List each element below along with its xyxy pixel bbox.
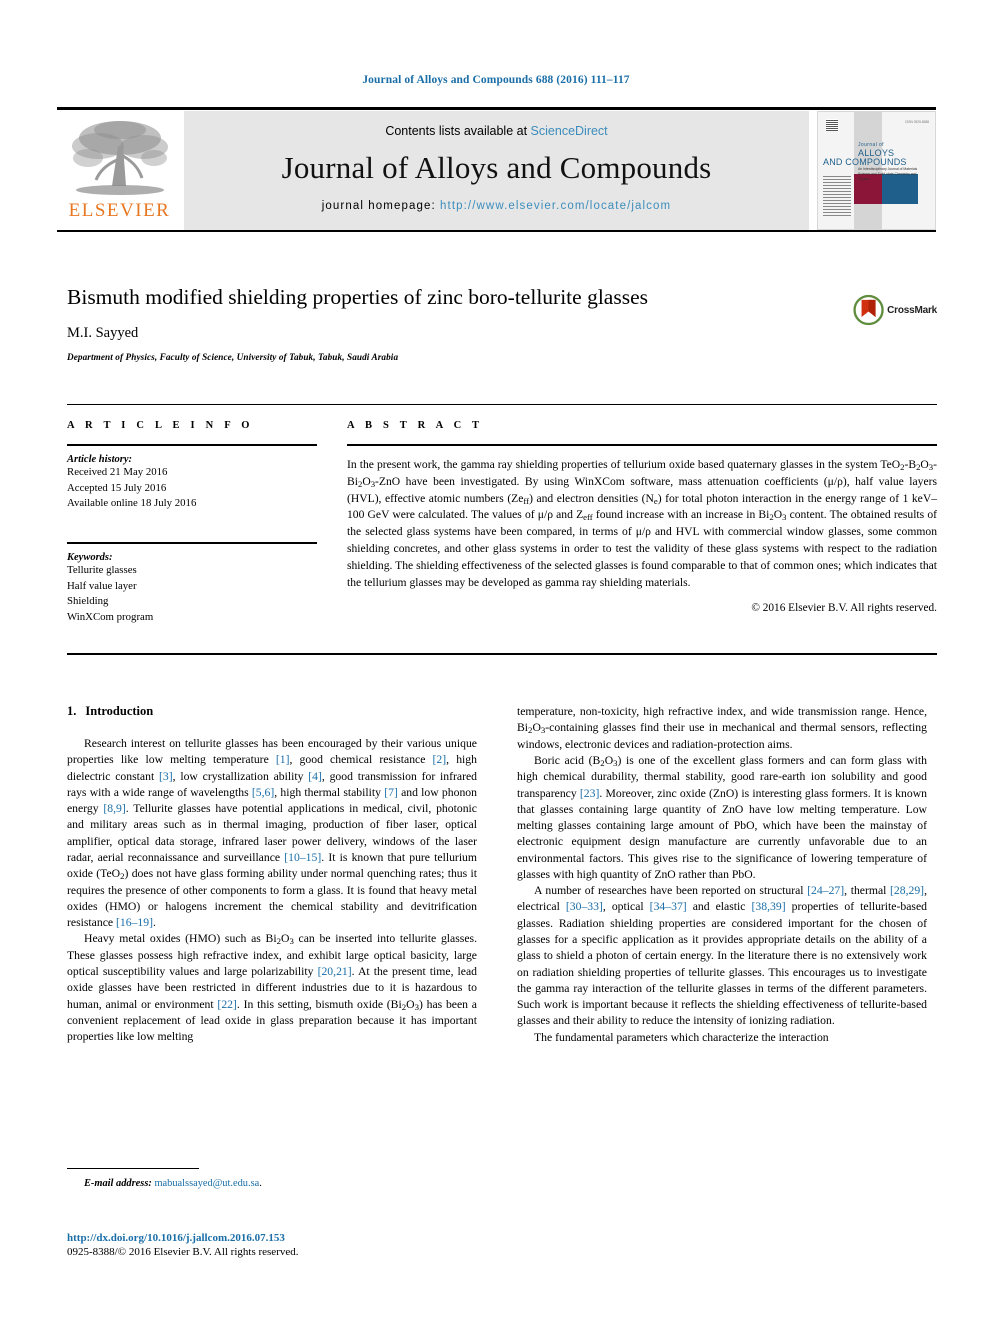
journal-banner: Contents lists available at ScienceDirec… <box>184 111 809 230</box>
author-list: M.I. Sayyed <box>67 324 139 341</box>
body-column-right: temperature, non-toxicity, high refracti… <box>517 704 927 1046</box>
title-block: Bismuth modified shielding properties of… <box>67 285 937 362</box>
abstract-text: In the present work, the gamma ray shiel… <box>347 458 937 589</box>
article-info-column: A R T I C L E I N F O Article history: R… <box>67 420 317 625</box>
paragraph: temperature, non-toxicity, high refracti… <box>517 705 927 751</box>
section-heading-introduction: 1. Introduction <box>67 704 477 719</box>
article-info-rule <box>67 444 317 446</box>
paragraph: The fundamental parameters which charact… <box>534 1030 829 1044</box>
contents-available-line: Contents lists available at ScienceDirec… <box>184 124 809 138</box>
email-label: E-mail address: <box>84 1178 152 1189</box>
band-bottom-rule <box>67 653 937 655</box>
keyword-item: Half value layer <box>67 579 137 592</box>
footnote-block: E-mail address: mabualssayed@ut.edu.sa. <box>67 1168 477 1189</box>
contents-prefix: Contents lists available at <box>385 124 528 138</box>
issn-copyright-line: 0925-8388/© 2016 Elsevier B.V. All right… <box>67 1246 299 1258</box>
keyword-item: Tellurite glasses <box>67 563 137 576</box>
homepage-url-link[interactable]: http://www.elsevier.com/locate/jalcom <box>440 200 671 212</box>
imprint-block: http://dx.doi.org/10.1016/j.jallcom.2016… <box>67 1232 567 1258</box>
journal-homepage-line: journal homepage: http://www.elsevier.co… <box>184 200 809 212</box>
masthead-bottom-rule <box>57 230 936 232</box>
article-history-accepted: Accepted 15 July 2016 <box>67 481 167 494</box>
crossmark-label: CrossMark <box>887 304 937 316</box>
sciencedirect-link[interactable]: ScienceDirect <box>531 124 608 138</box>
elsevier-tree-icon <box>71 121 168 195</box>
section-number: 1. <box>67 704 77 718</box>
running-head: Journal of Alloys and Compounds 688 (201… <box>362 74 630 86</box>
email-link[interactable]: mabualssayed@ut.edu.sa <box>154 1178 259 1189</box>
abstract-rule <box>347 444 937 446</box>
article-history-online: Available online 18 July 2016 <box>67 497 197 510</box>
cover-title-line3: AND COMPOUNDS <box>823 157 907 167</box>
article-info-heading: A R T I C L E I N F O <box>67 420 254 431</box>
masthead-top-rule <box>57 107 936 110</box>
article-history-received: Received 21 May 2016 <box>67 466 168 478</box>
keywords-rule <box>67 541 317 544</box>
paragraph: A number of researches have been reporte… <box>517 884 927 1028</box>
cover-editor-lines <box>823 176 851 218</box>
keywords-label: Keywords: <box>67 551 113 563</box>
cover-artwork: ISSN 0925-8388 Journal of ALLOYS AND COM… <box>818 112 935 229</box>
cover-corner-note: ISSN 0925-8388 <box>905 120 929 124</box>
body-columns: 1. Introduction Research interest on tell… <box>67 704 937 1174</box>
body-column-left: 1. Introduction Research interest on tell… <box>67 704 477 1045</box>
abstract-heading: A B S T R A C T <box>347 420 484 431</box>
keywords-block: Keywords: Tellurite glasses Half value l… <box>67 541 317 626</box>
journal-title: Journal of Alloys and Compounds <box>281 150 712 185</box>
paragraph: Boric acid (B2O3) is one of the excellen… <box>517 753 927 881</box>
paragraph: Research interest on tellurite glasses h… <box>67 737 477 930</box>
band-top-rule <box>67 404 937 405</box>
article-history-label: Article history: <box>67 454 133 465</box>
email-footnote: E-mail address: mabualssayed@ut.edu.sa. <box>84 1178 262 1189</box>
homepage-label: journal homepage: <box>321 200 436 212</box>
crossmark-badge[interactable]: CrossMark <box>853 290 937 330</box>
cover-subtitle: An Interdisciplinary Journal of Material… <box>858 167 918 182</box>
footnote-rule <box>67 1168 199 1169</box>
keyword-item: WinXCom program <box>67 610 154 623</box>
section-title: Introduction <box>85 704 154 718</box>
doi-link[interactable]: http://dx.doi.org/10.1016/j.jallcom.2016… <box>67 1232 567 1244</box>
abstract-column: A B S T R A C T In the present work, the… <box>347 420 937 614</box>
page-title: Bismuth modified shielding properties of… <box>67 285 648 309</box>
journal-cover-thumbnail: ISSN 0925-8388 Journal of ALLOYS AND COM… <box>817 111 936 230</box>
crossmark-icon <box>853 294 884 326</box>
journal-masthead: ELSEVIER Contents lists available at Sci… <box>57 107 936 233</box>
elsevier-logo: ELSEVIER <box>57 112 182 230</box>
journal-article-page: Journal of Alloys and Compounds 688 (201… <box>0 0 992 1323</box>
paragraph: Heavy metal oxides (HMO) such as Bi2O3 c… <box>67 932 478 1044</box>
affiliation: Department of Physics, Faculty of Scienc… <box>67 351 399 362</box>
keyword-item: Shielding <box>67 595 109 608</box>
elsevier-wordmark: ELSEVIER <box>68 200 171 221</box>
cover-qr-icon <box>826 119 838 131</box>
abstract-copyright: © 2016 Elsevier B.V. All rights reserved… <box>751 602 937 615</box>
